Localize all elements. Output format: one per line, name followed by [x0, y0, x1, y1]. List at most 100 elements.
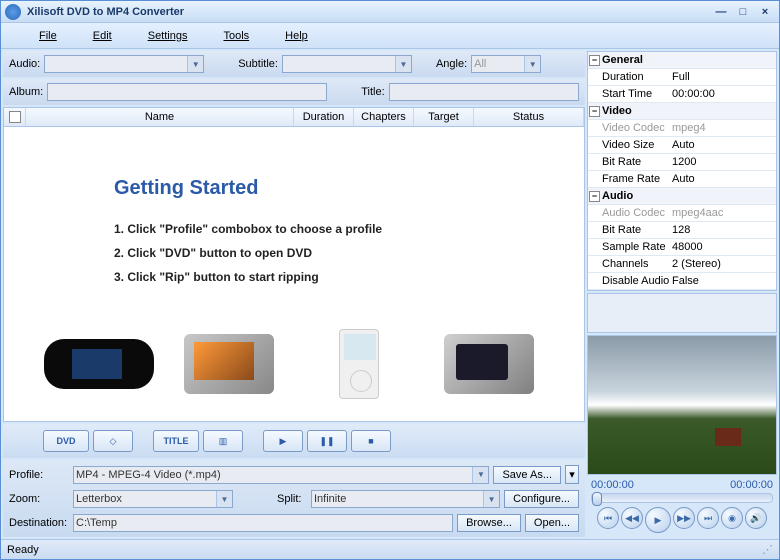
prop-vbitrate[interactable]: Bit Rate1200 — [588, 154, 776, 171]
snapshot-button[interactable]: ◉ — [721, 507, 743, 529]
menu-settings[interactable]: Settings — [130, 26, 206, 46]
dest-label: Destination: — [9, 517, 69, 529]
statusbar: Ready ⋰ — [1, 539, 779, 559]
chevron-down-icon: ▼ — [395, 56, 411, 72]
audio-combo[interactable]: ▼ — [44, 55, 204, 73]
zoom-combo[interactable]: Letterbox▼ — [73, 490, 233, 508]
configure-button[interactable]: Configure... — [504, 490, 579, 508]
getting-started-heading: Getting Started — [114, 177, 544, 200]
forward-button[interactable]: ▶▶ — [673, 507, 695, 529]
collapse-icon[interactable]: − — [589, 55, 600, 66]
open-button[interactable]: Open... — [525, 514, 579, 532]
chevron-down-icon: ▼ — [524, 56, 540, 72]
prev-button[interactable]: ⏮ — [597, 507, 619, 529]
app-icon — [5, 4, 21, 20]
audio-label: Audio: — [9, 58, 40, 70]
gps-image — [434, 324, 544, 404]
profile-label: Profile: — [9, 469, 69, 481]
title-button[interactable]: TITLE — [153, 430, 199, 452]
col-duration[interactable]: Duration — [294, 108, 354, 126]
album-label: Album: — [9, 86, 43, 98]
prop-abitrate[interactable]: Bit Rate128 — [588, 222, 776, 239]
menu-file[interactable]: File — [21, 26, 75, 46]
title-input[interactable] — [389, 83, 579, 101]
disc-button[interactable]: ◇ — [93, 430, 133, 452]
prop-adisable[interactable]: Disable AudioFalse — [588, 273, 776, 290]
time-bar: 00:00:00 00:00:00 — [587, 477, 777, 493]
minimize-button[interactable]: — — [711, 4, 731, 20]
saveas-button[interactable]: Save As... — [493, 466, 561, 484]
collapse-icon[interactable]: − — [589, 106, 600, 117]
angle-combo[interactable]: All▼ — [471, 55, 541, 73]
list-header: Name Duration Chapters Target Status — [3, 107, 585, 127]
mute-button[interactable]: 🔊 — [745, 507, 767, 529]
status-text: Ready — [7, 544, 39, 556]
rip-button[interactable]: ▶ — [263, 430, 303, 452]
toolbar: DVD ◇ TITLE ▥ ▶ ❚❚ ■ — [3, 424, 585, 458]
chapter-button[interactable]: ▥ — [203, 430, 243, 452]
seek-slider[interactable] — [591, 493, 773, 503]
file-list: Name Duration Chapters Target Status Get… — [3, 107, 585, 422]
chevron-down-icon: ▼ — [216, 491, 232, 507]
getting-started: Getting Started 1. Click "Profile" combo… — [4, 127, 584, 304]
prop-achannels[interactable]: Channels2 (Stereo) — [588, 256, 776, 273]
profile-row: Profile: MP4 - MPEG-4 Video (*.mp4)▼ Sav… — [9, 462, 579, 487]
dest-row: Destination: C:\Temp Browse... Open... — [9, 511, 579, 535]
angle-label: Angle: — [436, 58, 467, 70]
step-2: 2. Click "DVD" button to open DVD — [114, 246, 544, 260]
browse-button[interactable]: Browse... — [457, 514, 521, 532]
col-check[interactable] — [4, 108, 26, 126]
video-preview[interactable] — [587, 335, 777, 475]
close-button[interactable]: × — [755, 4, 775, 20]
prop-asamplerate[interactable]: Sample Rate48000 — [588, 239, 776, 256]
psp-image — [44, 324, 154, 404]
split-combo[interactable]: Infinite▼ — [311, 490, 500, 508]
chevron-down-icon: ▼ — [483, 491, 499, 507]
stop-button[interactable]: ■ — [351, 430, 391, 452]
titlefield-label: Title: — [361, 86, 384, 98]
menu-tools[interactable]: Tools — [205, 26, 267, 46]
saveas-more-button[interactable]: ▾ — [565, 465, 579, 484]
split-label: Split: — [277, 493, 307, 505]
next-button[interactable]: ⏭ — [697, 507, 719, 529]
step-1: 1. Click "Profile" combobox to choose a … — [114, 222, 544, 236]
param-row-1: Audio: ▼ Subtitle: ▼ Angle: All▼ — [3, 51, 585, 77]
checkbox-icon[interactable] — [9, 111, 21, 123]
col-chapters[interactable]: Chapters — [354, 108, 414, 126]
maximize-button[interactable]: □ — [733, 4, 753, 20]
album-input[interactable] — [47, 83, 327, 101]
app-window: Xilisoft DVD to MP4 Converter — □ × File… — [0, 0, 780, 560]
prop-vframerate[interactable]: Frame RateAuto — [588, 171, 776, 188]
resize-grip-icon[interactable]: ⋰ — [762, 543, 773, 556]
rewind-button[interactable]: ◀◀ — [621, 507, 643, 529]
col-name[interactable]: Name — [26, 108, 294, 126]
subtitle-combo[interactable]: ▼ — [282, 55, 412, 73]
zoom-row: Zoom: Letterbox▼ Split: Infinite▼ Config… — [9, 487, 579, 511]
menu-edit[interactable]: Edit — [75, 26, 130, 46]
prop-acodec[interactable]: Audio Codecmpeg4aac — [588, 205, 776, 222]
property-grid[interactable]: −General DurationFull Start Time00:00:00… — [587, 51, 777, 291]
zoom-label: Zoom: — [9, 493, 69, 505]
profile-combo[interactable]: MP4 - MPEG-4 Video (*.mp4)▼ — [73, 466, 489, 484]
prop-duration[interactable]: DurationFull — [588, 69, 776, 86]
app-title: Xilisoft DVD to MP4 Converter — [27, 6, 709, 18]
slider-thumb[interactable] — [592, 492, 602, 506]
col-target[interactable]: Target — [414, 108, 474, 126]
ipod-image — [304, 324, 414, 404]
prop-starttime[interactable]: Start Time00:00:00 — [588, 86, 776, 103]
prop-general-header[interactable]: −General — [588, 52, 776, 69]
prop-audio-header[interactable]: −Audio — [588, 188, 776, 205]
menubar: File Edit Settings Tools Help — [1, 23, 779, 49]
prop-vcodec[interactable]: Video Codecmpeg4 — [588, 120, 776, 137]
col-status[interactable]: Status — [474, 108, 584, 126]
dvd-button[interactable]: DVD — [43, 430, 89, 452]
param-row-2: Album: Title: — [3, 79, 585, 105]
dest-input[interactable]: C:\Temp — [73, 514, 453, 532]
menu-help[interactable]: Help — [267, 26, 326, 46]
left-pane: Audio: ▼ Subtitle: ▼ Angle: All▼ Album: … — [3, 51, 585, 537]
prop-vsize[interactable]: Video SizeAuto — [588, 137, 776, 154]
pause-button[interactable]: ❚❚ — [307, 430, 347, 452]
prop-video-header[interactable]: −Video — [588, 103, 776, 120]
collapse-icon[interactable]: − — [589, 191, 600, 202]
play-button[interactable]: ▶ — [645, 507, 671, 533]
